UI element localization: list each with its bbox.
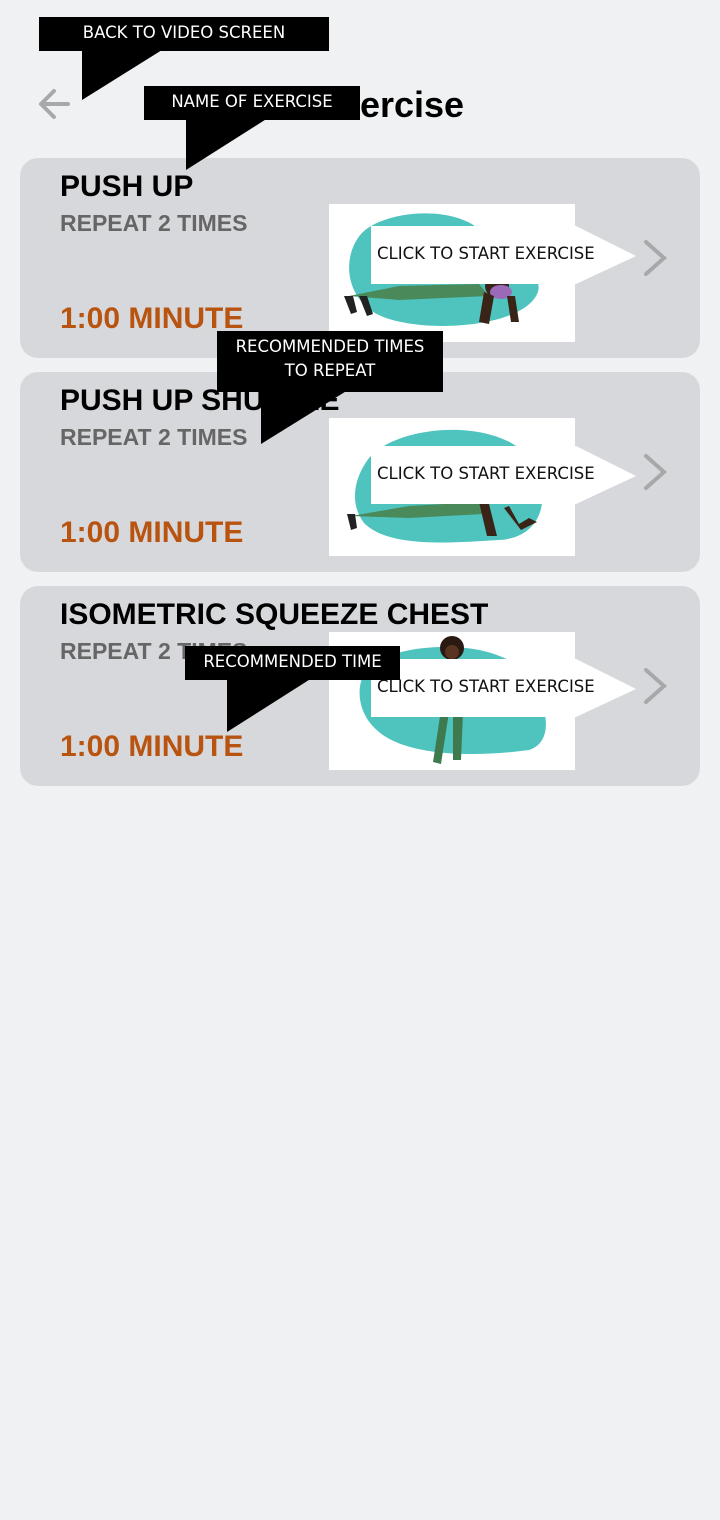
annotation-time-label: RECOMMENDED TIME [185,646,400,680]
chevron-right-icon[interactable] [640,238,670,278]
chevron-right-icon[interactable] [640,452,670,492]
start-exercise-button[interactable]: CLICK TO START EXERCISE [371,446,636,504]
chevron-right-icon[interactable] [640,666,670,706]
start-exercise-button[interactable]: CLICK TO START EXERCISE [371,659,636,717]
